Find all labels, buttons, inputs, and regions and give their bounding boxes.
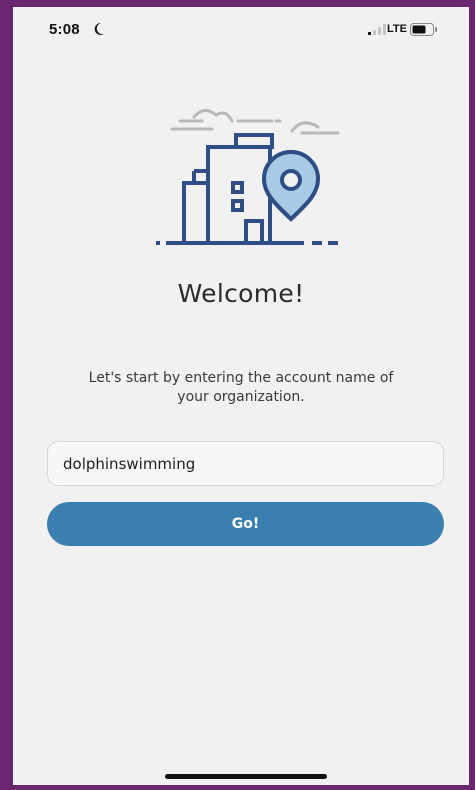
signal-icon: [368, 24, 386, 35]
go-button[interactable]: Go!: [47, 502, 444, 546]
device-frame: 5:08 LTE Welcome! Let's start by enterin…: [0, 0, 475, 790]
account-name-input[interactable]: [47, 441, 444, 486]
welcome-title: Welcome!: [177, 279, 305, 308]
city-location-pin-icon: [156, 109, 340, 245]
network-label: LTE: [387, 23, 407, 35]
status-time: 5:08: [49, 21, 80, 38]
instructions-text: Let's start by entering the account name…: [88, 370, 394, 405]
home-indicator[interactable]: [165, 774, 327, 779]
app-screen: 5:08 LTE Welcome! Let's start by enterin…: [13, 7, 469, 785]
battery-icon: [410, 23, 437, 36]
moon-icon: [94, 22, 104, 35]
status-bar: 5:08 LTE: [13, 7, 469, 51]
